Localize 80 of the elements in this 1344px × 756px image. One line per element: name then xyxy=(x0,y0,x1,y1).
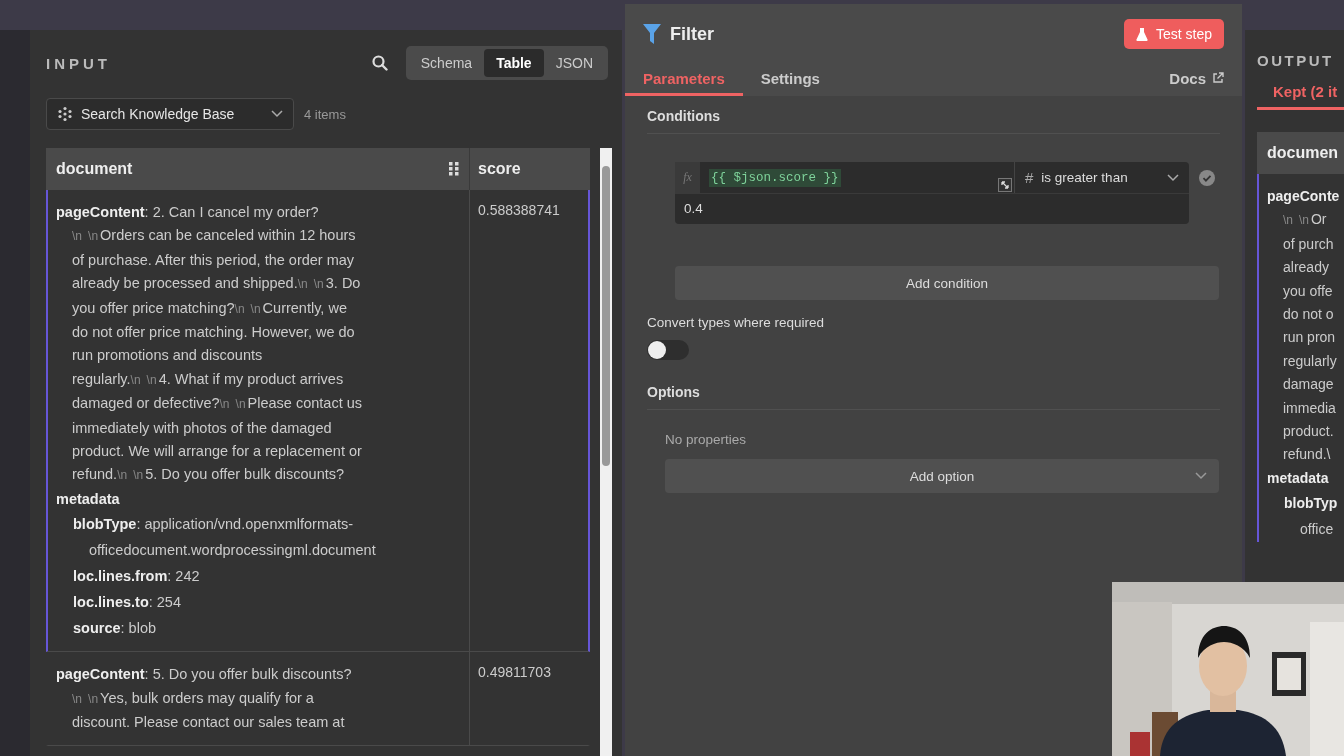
test-step-button[interactable]: Test step xyxy=(1123,19,1224,49)
text-line: \n \nOrders can be canceled within 12 hours xyxy=(71,226,357,246)
text-line: do not o xyxy=(1282,305,1335,325)
table-row[interactable] xyxy=(46,190,590,653)
expression-text: {{ $json.score }} xyxy=(709,168,841,187)
text-line: loc.lines.to: 254 xyxy=(72,593,182,613)
empty-message: No properties xyxy=(665,432,748,447)
text-line: metadata xyxy=(1267,468,1330,488)
section-title: Options xyxy=(647,384,1220,410)
network-icon xyxy=(57,106,73,122)
text-line: you offer price matching?\n \nCurrently, we xyxy=(71,298,348,318)
expression-field[interactable]: {{ $json.score }} xyxy=(700,162,1015,193)
tab[interactable]: Parameters xyxy=(625,64,743,96)
search-icon[interactable] xyxy=(371,55,388,71)
operator-dropdown[interactable]: # is greater than xyxy=(1015,162,1189,193)
text-line: regularly xyxy=(1282,351,1338,371)
text-line: damage xyxy=(1282,375,1335,395)
text-line: do not offer price matching. However, we do xyxy=(71,323,356,343)
view-tab[interactable]: Schema xyxy=(408,49,485,77)
text-line: product. We will arrange for a replacement or xyxy=(71,442,363,462)
text-line: loc.lines.from: 242 xyxy=(72,567,201,587)
table-row[interactable]: pageContent: 5. Do you offer bulk discounts? \n \nYes, bulk orders may qualify for a discount. Please contact our sales team at 0.49811703 xyxy=(46,652,590,746)
table-cell: 0.49811703 xyxy=(478,664,551,681)
text-line: blobType: application/vnd.openxmlformats- xyxy=(72,515,355,535)
text-line: run pron xyxy=(1282,328,1337,348)
toggle-switch[interactable] xyxy=(647,340,689,360)
text-line: already be processed and shipped.\n \n3. Do xyxy=(71,274,362,294)
chevron-icon xyxy=(1167,173,1179,182)
funnel-icon xyxy=(642,23,662,45)
text-line: product. xyxy=(1282,422,1335,442)
text-line: \n \nYes, bulk orders may qualify for a xyxy=(71,688,315,708)
text-line: officedocument.wordprocessingml.document xyxy=(88,541,377,561)
expand-icon[interactable] xyxy=(998,178,1012,192)
text-line: \n \nOr xyxy=(1282,210,1328,230)
tab[interactable]: Settings xyxy=(742,64,838,96)
text-line: pageContent: 2. Can I cancel my order? xyxy=(56,203,320,222)
text-line: source: blob xyxy=(72,619,158,639)
text-line: pageConte xyxy=(1267,187,1341,206)
text-line: discount. Please contact our sales team at xyxy=(71,713,346,733)
text-line: refund.\n \n5. Do you offer bulk discounts? xyxy=(71,465,346,485)
check-circle-icon xyxy=(1199,170,1215,186)
chevron-icon xyxy=(1195,472,1207,480)
text-line: immediately with photos of the damaged xyxy=(71,418,333,438)
text-line: office xyxy=(1299,520,1335,540)
view-tab[interactable]: Table xyxy=(484,49,544,77)
text-line: damaged or defective?\n \nPlease contact us xyxy=(71,394,364,414)
flask-icon xyxy=(1135,27,1148,41)
text-line: immedia xyxy=(1282,398,1337,418)
field-key: metadata xyxy=(56,487,461,512)
view-tab[interactable]: JSON xyxy=(543,49,605,77)
chevron-icon xyxy=(271,110,283,118)
text-line: of purchase. After this period, the order may xyxy=(71,250,356,270)
text-line: of purch xyxy=(1282,234,1335,254)
text-line: blobTyp xyxy=(1283,494,1339,514)
column-header: documen xyxy=(1257,132,1344,174)
docs-link[interactable]: Docs xyxy=(1169,64,1224,96)
text-line: pageContent: 5. Do you offer bulk discounts? xyxy=(56,665,353,685)
field-label: Convert types where required xyxy=(647,315,826,330)
text-line: regularly.\n \n4. What if my product arrives xyxy=(71,369,345,389)
drag-handle-icon[interactable] xyxy=(449,162,459,176)
panel-title: OUTPUT xyxy=(1257,51,1334,71)
panel-title: INPUT xyxy=(46,54,111,72)
table-cell: 0.588388741 xyxy=(478,202,560,218)
add-condition-button[interactable]: Add condition xyxy=(675,266,1219,300)
item-count: 4 items xyxy=(304,106,346,122)
text-line: refund.\ xyxy=(1282,445,1332,465)
section-title: Conditions xyxy=(647,108,1220,134)
fx-label: fx xyxy=(675,162,700,193)
text-line: already xyxy=(1282,258,1330,278)
node-title: Filter xyxy=(670,23,714,45)
external-link-icon xyxy=(1212,72,1224,84)
tab[interactable]: Kept (2 it xyxy=(1257,76,1344,110)
add-option-button[interactable]: Add option xyxy=(665,459,1219,493)
node-dropdown[interactable]: Search Knowledge Base xyxy=(46,98,294,130)
column-title: document xyxy=(56,160,133,178)
value-field[interactable]: 0.4 xyxy=(675,194,1189,224)
column-header: score xyxy=(477,159,522,179)
text-line: run promotions and discounts xyxy=(71,346,264,366)
scrollbar[interactable] xyxy=(600,148,612,756)
text-line: you offe xyxy=(1282,281,1334,301)
